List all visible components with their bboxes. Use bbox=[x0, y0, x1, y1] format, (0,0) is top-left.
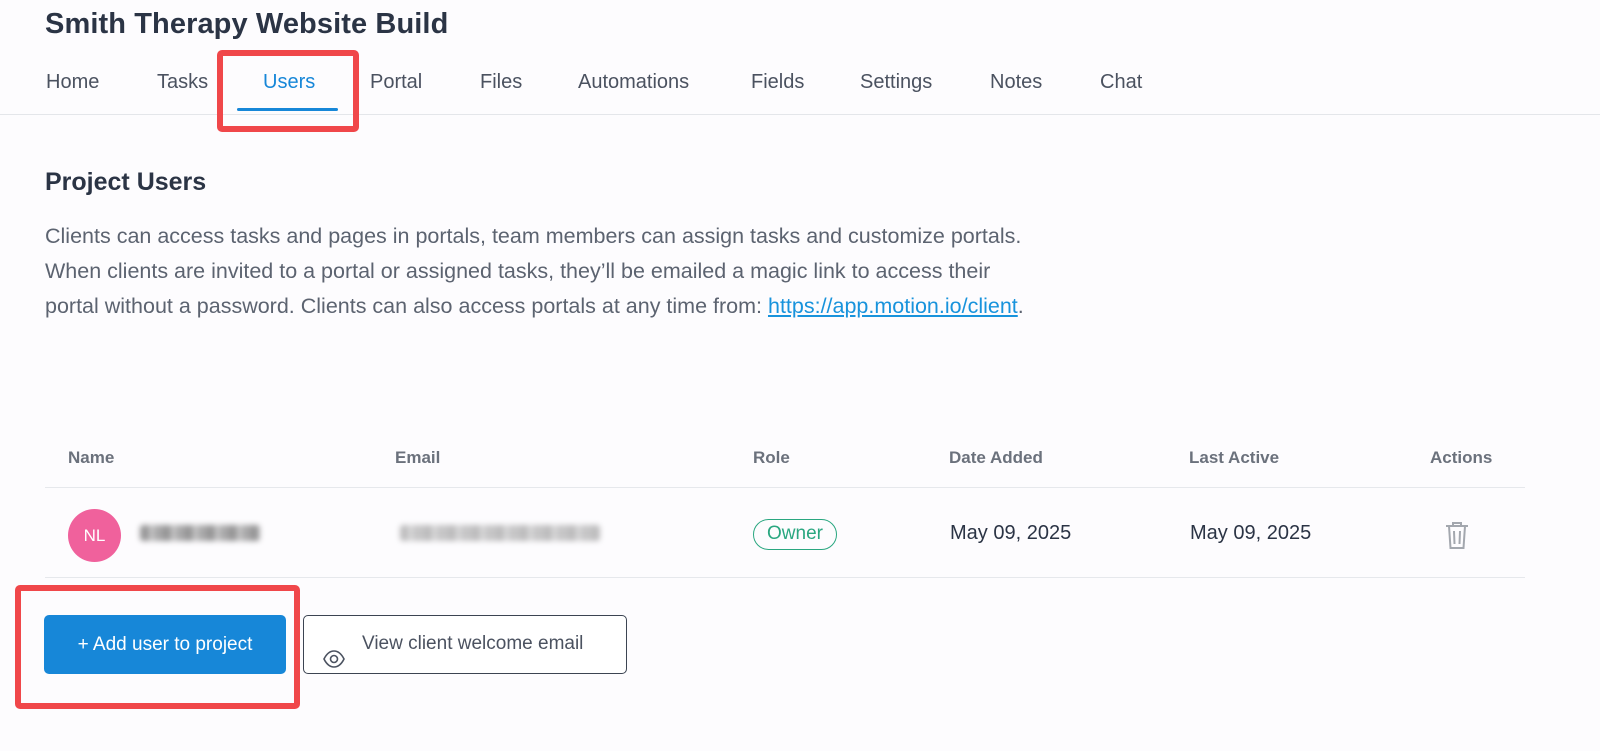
eye-icon bbox=[323, 635, 345, 668]
column-header-actions: Actions bbox=[1430, 448, 1493, 467]
project-title: Smith Therapy Website Build bbox=[45, 8, 449, 40]
tab-home[interactable]: Home bbox=[46, 52, 99, 115]
tab-tasks[interactable]: Tasks bbox=[157, 52, 208, 115]
tab-files[interactable]: Files bbox=[480, 52, 522, 115]
tab-fields[interactable]: Fields bbox=[751, 52, 804, 115]
section-title: Project Users bbox=[45, 168, 207, 196]
date-added: May 09, 2025 bbox=[950, 522, 1072, 544]
column-header-email: Email bbox=[395, 448, 441, 467]
tab-notes[interactable]: Notes bbox=[990, 52, 1042, 115]
user-name-redacted bbox=[140, 525, 260, 541]
avatar: NL bbox=[68, 509, 121, 562]
tab-settings[interactable]: Settings bbox=[860, 52, 932, 115]
tab-automations[interactable]: Automations bbox=[578, 52, 689, 115]
trash-icon[interactable] bbox=[1443, 519, 1471, 551]
view-welcome-email-button[interactable]: View client welcome email bbox=[303, 615, 627, 674]
view-welcome-email-label: View client welcome email bbox=[362, 633, 584, 654]
active-tab-indicator bbox=[237, 108, 338, 111]
last-active: May 09, 2025 bbox=[1190, 522, 1312, 544]
add-user-button[interactable]: + Add user to project bbox=[44, 615, 286, 674]
description-suffix: . bbox=[1017, 294, 1024, 318]
column-header-role: Role bbox=[753, 448, 790, 467]
users-table-header: Name Email Role Date Added Last Active A… bbox=[45, 430, 1525, 488]
column-header-name: Name bbox=[68, 448, 115, 467]
section-description: Clients can access tasks and pages in po… bbox=[45, 219, 1035, 324]
tab-users[interactable]: Users bbox=[263, 52, 315, 115]
role-badge: Owner bbox=[753, 519, 837, 550]
column-header-last-active: Last Active bbox=[1189, 448, 1280, 467]
user-email-redacted bbox=[400, 525, 600, 541]
tab-portal[interactable]: Portal bbox=[370, 52, 422, 115]
tab-chat[interactable]: Chat bbox=[1100, 52, 1142, 115]
project-tabs: Home Tasks Users Portal Files Automation… bbox=[0, 52, 1600, 115]
project-users-page: Smith Therapy Website Build Home Tasks U… bbox=[0, 0, 1600, 751]
column-header-date-added: Date Added bbox=[949, 448, 1043, 467]
table-row: NL Owner May 09, 2025 May 09, 2025 bbox=[45, 489, 1525, 578]
client-portal-link[interactable]: https://app.motion.io/client bbox=[768, 294, 1018, 318]
